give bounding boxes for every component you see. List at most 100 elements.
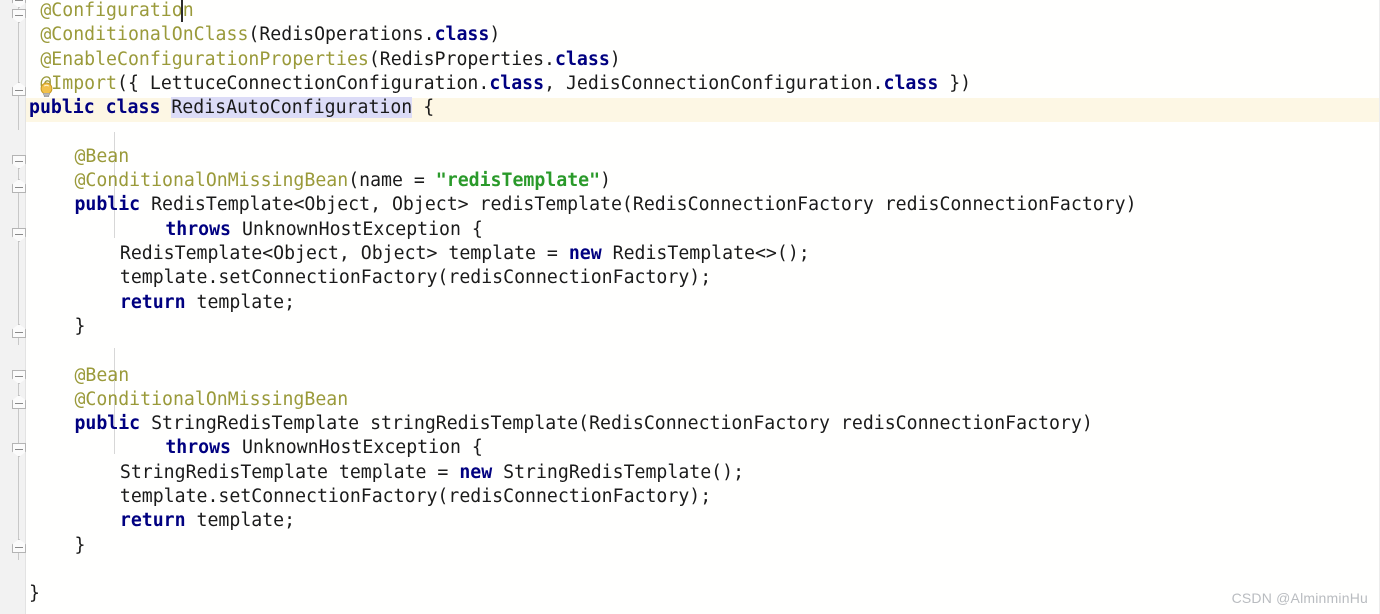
code-line[interactable]: public StringRedisTemplate stringRedisTe… [29,412,1093,436]
code-line[interactable]: @ConditionalOnClass(RedisOperations.clas… [29,23,500,47]
code-token-kw: new [459,461,493,483]
watermark-label: CSDN @AlminminHu [1231,590,1368,606]
fold-collapse-glyph [15,449,23,450]
code-token-punc: } [74,534,86,556]
code-token-id: StringRedisTemplate template = [119,461,460,483]
code-token-id: RedisTemplate<Object, Object> redisTempl… [140,194,1137,216]
code-line[interactable]: } [29,315,85,339]
fold-collapse-glyph [15,0,23,1]
code-token-punc: (RedisProperties. [368,48,556,70]
code-token-kw: throws [165,218,232,240]
code-token-punc: ({ LettuceConnectionConfiguration. [117,72,490,94]
code-token-ann: @Bean [74,364,130,386]
code-line[interactable]: @EnableConfigurationProperties(RedisProp… [29,48,621,72]
code-token-punc: { [412,97,435,119]
code-token-punc: }) [938,72,972,94]
fold-toggle-icon[interactable] [12,179,26,193]
fold-toggle-icon[interactable] [12,82,26,96]
intention-bulb-icon[interactable] [38,82,55,99]
editor-gutter[interactable] [0,0,26,614]
fold-toggle-icon[interactable] [12,155,26,169]
code-token-kw: new [568,243,602,264]
fold-collapse-glyph [15,403,23,404]
code-token-id: UnknownHostException { [231,218,483,240]
code-token-punc [95,97,106,118]
code-token-punc: } [29,583,40,605]
fold-collapse-glyph [15,161,23,162]
code-token-kw: return [119,510,186,532]
code-token-id: RedisTemplate<>(); [601,243,810,264]
code-token-ann: @Configuration [40,0,194,21]
code-line[interactable]: throws UnknownHostException { [29,436,483,460]
fold-toggle-icon[interactable] [12,324,26,338]
code-token-kw: public [74,194,141,216]
code-token-id: StringRedisTemplate(); [492,461,745,483]
code-token-id: StringRedisTemplate stringRedisTemplate(… [140,413,1093,435]
code-editor[interactable]: @Configuration @ConditionalOnClass(RedisO… [0,0,1380,614]
code-token-kw: class [434,24,490,46]
code-line[interactable]: return template; [29,291,295,315]
code-token-kw: class [555,48,610,70]
code-token-ann: @ConditionalOnMissingBean [74,388,349,410]
code-token-kw: public [74,413,141,435]
fold-collapse-glyph [15,376,23,377]
code-line[interactable]: return template; [29,509,295,533]
code-token-ann: @ConditionalOnClass [40,24,249,46]
code-token-id: template; [185,510,296,532]
fold-toggle-icon[interactable] [12,228,26,242]
code-token-ann: @EnableConfigurationProperties [40,48,369,70]
code-area[interactable]: @Configuration @ConditionalOnClass(RedisO… [26,0,1380,614]
text-caret [181,0,183,22]
code-line[interactable]: public class RedisAutoConfiguration { [29,96,434,120]
fold-collapse-glyph [15,15,23,16]
fold-toggle-icon[interactable] [12,539,26,553]
code-token-punc: } [74,315,86,337]
code-token-kw: throws [165,437,232,459]
fold-toggle-icon[interactable] [12,0,26,8]
code-token-kw: class [105,97,161,119]
code-token-kw: return [119,291,186,313]
code-line[interactable]: @ConditionalOnMissingBean(name = "redisT… [29,169,611,193]
code-token-kw: class [489,72,545,94]
code-line[interactable]: throws UnknownHostException { [29,218,483,242]
code-token-hl: RedisAutoConfiguration [171,97,413,119]
code-line[interactable]: RedisTemplate<Object, Object> template =… [29,242,810,266]
code-token-id: template; [185,291,296,313]
code-line[interactable]: } [29,582,40,606]
code-token-ann: @Bean [74,145,130,167]
code-token-punc [160,97,171,118]
code-token-id: RedisTemplate<Object, Object> template = [119,243,569,264]
code-line[interactable]: template.setConnectionFactory(redisConne… [29,485,711,509]
code-token-punc: (name = [348,170,436,192]
fold-toggle-icon[interactable] [12,9,26,23]
fold-toggle-icon[interactable] [12,443,26,457]
code-line[interactable]: @Import({ LettuceConnectionConfiguration… [29,72,971,96]
fold-collapse-glyph [15,187,23,188]
code-line[interactable]: template.setConnectionFactory(redisConne… [29,266,711,290]
code-token-punc: ) [609,48,621,70]
code-token-punc: ) [489,24,501,46]
code-line[interactable]: public RedisTemplate<Object, Object> red… [29,193,1137,217]
fold-collapse-glyph [15,234,23,235]
code-token-id: template.setConnectionFactory(redisConne… [119,486,712,507]
code-token-ann: @ConditionalOnMissingBean [74,170,349,192]
code-token-id: template.setConnectionFactory(redisConne… [119,267,712,289]
fold-collapse-glyph [15,332,23,333]
code-line[interactable]: @Bean [29,364,129,388]
code-token-id: UnknownHostException { [231,437,483,459]
code-token-str: "redisTemplate" [435,170,601,192]
fold-collapse-glyph [15,547,23,548]
code-token-kw: class [883,72,939,94]
code-line[interactable]: @Configuration [29,0,194,23]
code-token-punc: ) [600,170,611,192]
code-token-punc: (RedisOperations. [248,24,435,46]
fold-toggle-icon[interactable] [12,395,26,409]
code-token-punc: , JedisConnectionConfiguration. [544,72,884,94]
fold-collapse-glyph [15,90,23,91]
code-line[interactable]: @Bean [29,145,129,169]
fold-toggle-icon[interactable] [12,370,26,384]
code-line[interactable]: StringRedisTemplate template = new Strin… [29,461,744,485]
code-line[interactable]: } [29,534,85,558]
code-line[interactable]: @ConditionalOnMissingBean [29,388,348,412]
code-token-kw: public [29,97,95,119]
